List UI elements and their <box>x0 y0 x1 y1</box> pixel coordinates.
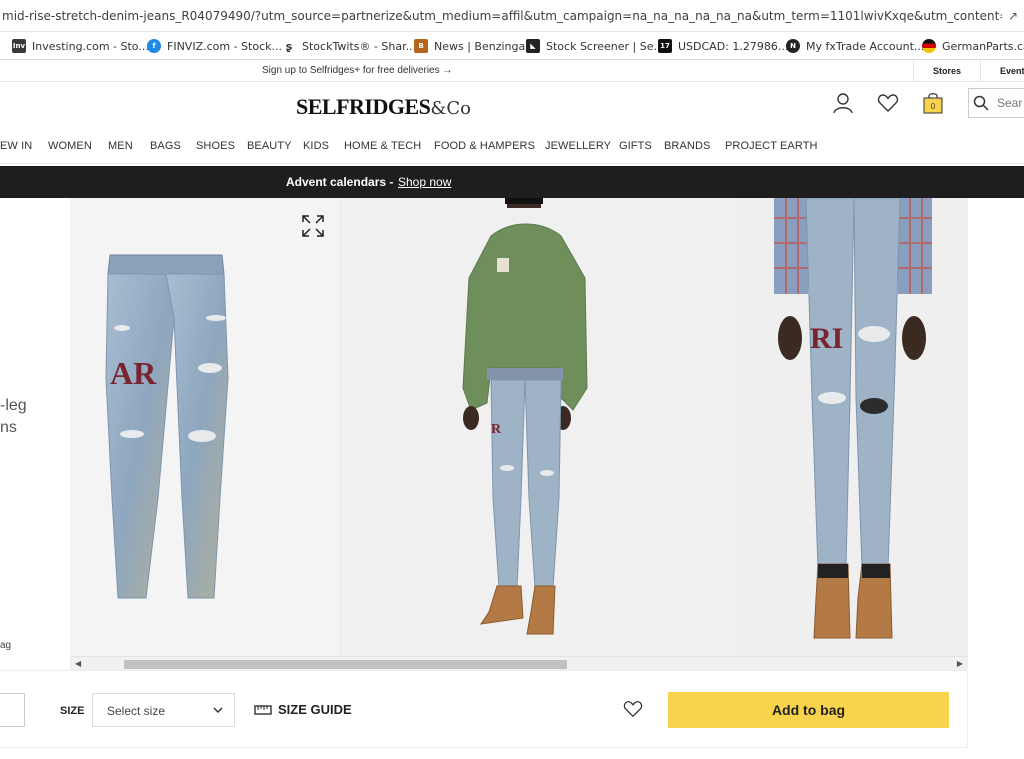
bookmark-fxtrade[interactable]: N My fxTrade Account... <box>786 38 924 54</box>
bookmark-finviz[interactable]: f FINVIZ.com - Stock... <box>147 38 282 54</box>
purchase-bar: SIZE Select size SIZE GUIDE Add to bag <box>0 670 968 748</box>
investing-icon: Inv <box>12 39 26 53</box>
bookmark-label: News | Benzinga <box>434 39 526 53</box>
events-link[interactable]: Event <box>1000 60 1024 82</box>
nav-jewellery[interactable]: JEWELLERY <box>545 140 611 152</box>
svg-text:AR: AR <box>110 355 157 391</box>
ruler-icon <box>254 704 272 715</box>
svg-text:0: 0 <box>931 102 936 111</box>
size-guide-link[interactable]: SIZE GUIDE <box>254 702 352 717</box>
nav-brands[interactable]: BRANDS <box>664 140 710 152</box>
nav-shoes[interactable]: SHOES <box>196 140 235 152</box>
tradingview-icon: 17 <box>658 39 672 53</box>
share-icon[interactable]: ↗ <box>1008 9 1018 23</box>
bookmark-label: GermanParts.ca | <box>942 39 1024 53</box>
nav-beauty[interactable]: BEAUTY <box>247 140 292 152</box>
size-guide-label: SIZE GUIDE <box>278 702 352 717</box>
gallery-image-model-full[interactable]: R <box>340 198 738 656</box>
nav-project-earth[interactable]: PROJECT EARTH <box>725 140 818 152</box>
search-box[interactable]: Sear <box>968 88 1024 118</box>
screener-icon: ◣ <box>526 39 540 53</box>
gallery-image-flat[interactable]: AR <box>70 198 340 656</box>
logo-amp: &Co <box>430 98 472 119</box>
bookmark-screener[interactable]: ◣ Stock Screener | Se... <box>526 38 664 54</box>
quantity-field[interactable] <box>0 693 25 727</box>
benzinga-icon: B <box>414 39 428 53</box>
bag-icon[interactable]: 0 <box>922 92 944 114</box>
bookmark-label: StockTwits® - Shar... <box>302 39 417 53</box>
selfridges-logo[interactable]: SELFRIDGES&Co <box>296 94 471 120</box>
svg-text:RI: RI <box>810 322 843 355</box>
product-title: -leg ns <box>0 395 27 439</box>
logo-wordmark: SELFRIDGES <box>296 94 431 119</box>
bookmarks-bar: Inv Investing.com - Sto... f FINVIZ.com … <box>0 32 1024 60</box>
scroll-right-arrow-icon[interactable]: ▶ <box>957 659 963 668</box>
nav-gifts[interactable]: GIFTS <box>619 140 652 152</box>
bookmark-label: Stock Screener | Se... <box>546 39 664 53</box>
promo-strip: Sign up to Selfridges+ for free deliveri… <box>0 60 1024 82</box>
germany-flag-icon <box>922 39 936 53</box>
nav-bags[interactable]: BAGS <box>150 140 181 152</box>
nav-men[interactable]: MEN <box>108 140 133 152</box>
size-select-value: Select size <box>107 704 166 718</box>
jeans-flat-image: AR <box>105 254 229 599</box>
model-full-image: R <box>462 198 588 635</box>
product-title-line1: -leg <box>0 397 27 414</box>
product-gallery[interactable]: AR R RI ◀ ▶ <box>70 198 968 670</box>
gallery-image-model-closeup[interactable]: RI <box>738 198 968 656</box>
product-meta-text: ag <box>0 640 12 651</box>
address-bar[interactable]: mid-rise-stretch-denim-jeans_R04079490/?… <box>0 0 1024 32</box>
stores-link[interactable]: Stores <box>913 60 981 82</box>
size-label: SIZE <box>60 705 85 717</box>
wishlist-icon[interactable] <box>877 92 899 114</box>
bookmark-germanparts[interactable]: GermanParts.ca | <box>922 38 1024 54</box>
stocktwits-icon: ʂ <box>285 39 293 53</box>
scroll-left-arrow-icon[interactable]: ◀ <box>75 659 81 668</box>
chevron-down-icon <box>213 707 223 714</box>
nav-home-tech[interactable]: HOME & TECH <box>344 140 421 152</box>
bookmark-usdcad[interactable]: 17 USDCAD: 1.27986... <box>658 38 788 54</box>
bookmark-benzinga[interactable]: B News | Benzinga <box>414 38 525 54</box>
category-nav: EW IN WOMEN MEN BAGS SHOES BEAUTY KIDS H… <box>0 130 1024 164</box>
search-icon <box>973 95 989 111</box>
bookmark-label: My fxTrade Account... <box>806 39 925 53</box>
bookmark-label: Investing.com - Sto... <box>32 39 149 53</box>
bookmark-label: FINVIZ.com - Stock... <box>167 39 282 53</box>
shop-now-link[interactable]: Shop now <box>398 175 451 189</box>
bookmark-stocktwits[interactable]: ʂ StockTwits® - Shar... <box>282 38 416 54</box>
bookmark-label: USDCAD: 1.27986... <box>678 39 789 53</box>
site-header: SELFRIDGES&Co 0 Sear <box>0 82 1024 130</box>
model-closeup-image: RI <box>774 198 932 639</box>
size-select[interactable]: Select size <box>92 693 235 727</box>
url-text[interactable]: mid-rise-stretch-denim-jeans_R04079490/?… <box>2 9 1002 23</box>
expand-icon[interactable] <box>301 214 325 238</box>
search-placeholder: Sear <box>997 96 1023 110</box>
bookmark-investing[interactable]: Inv Investing.com - Sto... <box>12 38 149 54</box>
nav-women[interactable]: WOMEN <box>48 140 92 152</box>
nav-kids[interactable]: KIDS <box>303 140 329 152</box>
account-icon[interactable] <box>832 92 854 114</box>
scrollbar-thumb[interactable] <box>124 660 567 669</box>
banner-text: Advent calendars - <box>286 175 394 189</box>
nav-food-hampers[interactable]: FOOD & HAMPERS <box>434 140 535 152</box>
wishlist-heart-icon[interactable] <box>623 699 643 719</box>
promo-text[interactable]: Sign up to Selfridges+ for free deliveri… <box>262 65 452 76</box>
gallery-scrollbar[interactable]: ◀ ▶ <box>70 656 968 670</box>
add-to-bag-button[interactable]: Add to bag <box>668 692 949 728</box>
svg-text:R: R <box>491 422 502 437</box>
oanda-icon: N <box>786 39 800 53</box>
nav-new-in[interactable]: EW IN <box>0 140 32 152</box>
promo-banner: Advent calendars - Shop now <box>0 166 1024 198</box>
product-title-line2: ns <box>0 419 17 436</box>
finviz-icon: f <box>147 39 161 53</box>
